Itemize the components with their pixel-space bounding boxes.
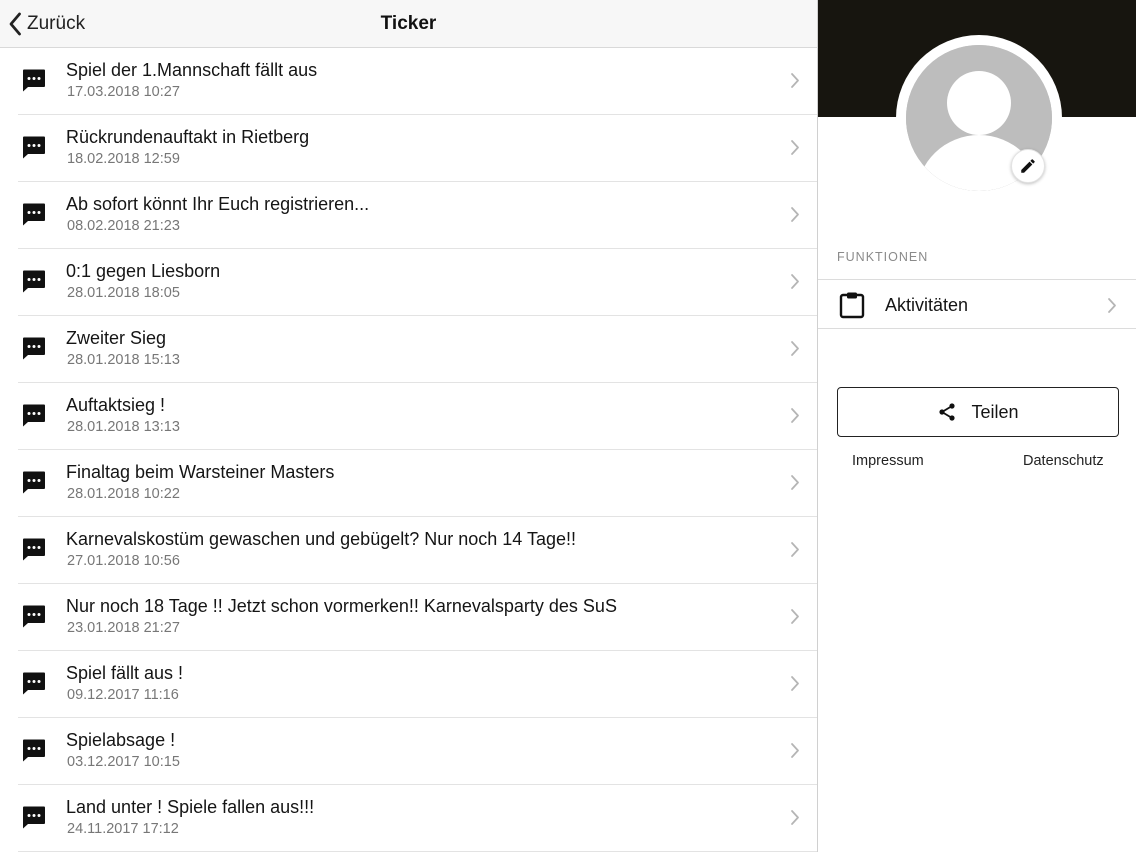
pencil-icon	[1021, 159, 1035, 173]
chat-bubble-icon	[23, 605, 45, 628]
ticker-item[interactable]: Spielabsage ! 03.12.2017 10:15	[0, 718, 817, 785]
ticker-pane: Zurück Ticker Spiel der 1.Mannschaft fäl…	[0, 0, 817, 852]
chevron-right-icon	[791, 609, 799, 624]
navigation-bar: Zurück Ticker	[0, 0, 817, 48]
chat-bubble-icon	[23, 270, 45, 293]
chat-bubble-icon	[23, 69, 45, 92]
ticker-item[interactable]: Land unter ! Spiele fallen aus!!! 24.11.2…	[0, 785, 817, 852]
chevron-right-icon	[791, 341, 799, 356]
ticker-item-date: 28.01.2018 10:22	[67, 486, 180, 502]
chat-bubble-icon	[23, 672, 45, 695]
ticker-item-date: 08.02.2018 21:23	[67, 218, 180, 234]
share-icon	[939, 403, 956, 421]
ticker-item[interactable]: Auftaktsieg ! 28.01.2018 13:13	[0, 383, 817, 450]
ticker-item-date: 17.03.2018 10:27	[67, 84, 180, 100]
section-label-functions: FUNKTIONEN	[837, 250, 929, 264]
activities-label: Aktivitäten	[885, 295, 969, 315]
ticker-item[interactable]: Ab sofort könnt Ihr Euch registrieren...…	[0, 182, 817, 249]
chat-bubble-icon	[23, 136, 45, 159]
impressum-link[interactable]: Impressum	[852, 453, 924, 469]
chevron-right-icon	[791, 743, 799, 758]
chat-bubble-icon	[23, 337, 45, 360]
ticker-item[interactable]: Spiel fällt aus ! 09.12.2017 11:16	[0, 651, 817, 718]
chat-bubble-icon	[23, 806, 45, 829]
ticker-item-date: 28.01.2018 15:13	[67, 352, 180, 368]
ticker-item-date: 28.01.2018 13:13	[67, 419, 180, 435]
ticker-item-title: Rückrundenauftakt in Rietberg	[66, 127, 310, 147]
page-title: Ticker	[380, 13, 437, 34]
chat-bubble-icon	[23, 739, 45, 762]
chat-bubble-icon	[23, 471, 45, 494]
ticker-list: Spiel der 1.Mannschaft fällt aus 17.03.20…	[0, 48, 817, 852]
ticker-item-date: 28.01.2018 18:05	[67, 285, 180, 301]
chevron-right-icon	[791, 140, 799, 155]
chevron-right-icon	[791, 73, 799, 88]
ticker-item-title: Ab sofort könnt Ihr Euch registrieren...	[66, 194, 370, 214]
ticker-item[interactable]: Spiel der 1.Mannschaft fällt aus 17.03.20…	[0, 48, 817, 115]
activities-row[interactable]: Aktivitäten	[818, 279, 1136, 329]
datenschutz-link[interactable]: Datenschutz	[1023, 453, 1104, 469]
share-button[interactable]: Teilen	[837, 387, 1119, 437]
chevron-right-icon	[791, 810, 799, 825]
ticker-item-date: 27.01.2018 10:56	[67, 553, 180, 569]
edit-avatar-button[interactable]	[1011, 149, 1045, 183]
ticker-item-title: Finaltag beim Warsteiner Masters	[66, 462, 335, 482]
ticker-item-title: 0:1 gegen Liesborn	[66, 261, 221, 281]
ticker-item-title: Zweiter Sieg	[66, 328, 167, 348]
ticker-item-title: Karnevalskostüm gewaschen und gebügelt? …	[66, 529, 577, 549]
chevron-right-icon	[791, 475, 799, 490]
ticker-item-title: Nur noch 18 Tage !! Jetzt schon vormerke…	[66, 596, 617, 616]
clipboard-icon	[839, 292, 865, 319]
chat-bubble-icon	[23, 203, 45, 226]
chevron-right-icon	[791, 408, 799, 423]
ticker-item-date: 23.01.2018 21:27	[67, 620, 180, 636]
ticker-item-title: Spiel fällt aus !	[66, 663, 184, 683]
profile-pane: FUNKTIONEN Aktivitäten Teilen Impressum …	[817, 0, 1136, 852]
ticker-item[interactable]: Rückrundenauftakt in Rietberg 18.02.2018 …	[0, 115, 817, 182]
ticker-item[interactable]: Karnevalskostüm gewaschen und gebügelt? …	[0, 517, 817, 584]
ticker-item-date: 24.11.2017 17:12	[67, 821, 179, 837]
chat-bubble-icon	[23, 404, 45, 427]
ticker-item-title: Spielabsage !	[66, 730, 176, 750]
chevron-right-icon	[791, 274, 799, 289]
ticker-item-title: Land unter ! Spiele fallen aus!!!	[66, 797, 315, 817]
ticker-item-date: 18.02.2018 12:59	[67, 151, 180, 167]
ticker-item-title: Spiel der 1.Mannschaft fällt aus	[66, 60, 318, 80]
chat-bubble-icon	[23, 538, 45, 561]
share-label: Teilen	[971, 401, 1019, 422]
ticker-item[interactable]: 0:1 gegen Liesborn 28.01.2018 18:05	[0, 249, 817, 316]
ticker-item[interactable]: Nur noch 18 Tage !! Jetzt schon vormerke…	[0, 584, 817, 651]
ticker-item-date: 09.12.2017 11:16	[67, 687, 179, 703]
ticker-item[interactable]: Zweiter Sieg 28.01.2018 15:13	[0, 316, 817, 383]
chevron-right-icon	[791, 542, 799, 557]
ticker-item[interactable]: Finaltag beim Warsteiner Masters 28.01.20…	[0, 450, 817, 517]
chevron-right-icon	[791, 676, 799, 691]
chevron-right-icon	[791, 207, 799, 222]
ticker-item-date: 03.12.2017 10:15	[67, 754, 180, 770]
chevron-right-icon	[1108, 298, 1116, 313]
ticker-item-title: Auftaktsieg !	[66, 395, 166, 415]
